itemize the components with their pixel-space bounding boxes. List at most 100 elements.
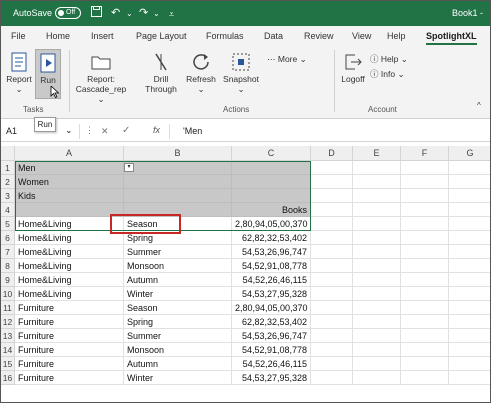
- cell-F8[interactable]: [401, 259, 449, 273]
- cell-E8[interactable]: [353, 259, 401, 273]
- cell-D16[interactable]: [311, 371, 353, 385]
- cell-G16[interactable]: [449, 371, 490, 385]
- cell-A14[interactable]: Furniture: [15, 343, 124, 357]
- cell-A13[interactable]: Furniture: [15, 329, 124, 343]
- cell-F11[interactable]: [401, 301, 449, 315]
- cell-B9[interactable]: Autumn: [124, 273, 232, 287]
- fx-icon[interactable]: fx: [153, 125, 160, 135]
- tab-formulas[interactable]: Formulas: [206, 31, 244, 41]
- row-header[interactable]: 14: [1, 343, 15, 357]
- refresh-button[interactable]: Refresh ⌄: [185, 52, 217, 94]
- cancel-icon[interactable]: ✕: [101, 126, 109, 137]
- cell-G2[interactable]: [449, 175, 490, 189]
- help-button[interactable]: ⓘ Help ⌄: [370, 53, 408, 65]
- cell-E2[interactable]: [353, 175, 401, 189]
- cell-F2[interactable]: [401, 175, 449, 189]
- row-header[interactable]: 7: [1, 245, 15, 259]
- cell-F6[interactable]: [401, 231, 449, 245]
- cell-C7[interactable]: 54,53,26,96,747: [232, 245, 311, 259]
- row-header[interactable]: 2: [1, 175, 15, 189]
- cell-D13[interactable]: [311, 329, 353, 343]
- cell-F1[interactable]: [401, 161, 449, 175]
- select-all-corner[interactable]: [1, 146, 15, 161]
- row-header[interactable]: 16: [1, 371, 15, 385]
- cell-F10[interactable]: [401, 287, 449, 301]
- cell-D10[interactable]: [311, 287, 353, 301]
- cell-A4[interactable]: [15, 203, 124, 217]
- row-header[interactable]: 15: [1, 357, 15, 371]
- row-header[interactable]: 5: [1, 217, 15, 231]
- cell-C11[interactable]: 2,80,94,05,00,370: [232, 301, 311, 315]
- cell-B15[interactable]: Autumn: [124, 357, 232, 371]
- row-header[interactable]: 3: [1, 189, 15, 203]
- cell-E15[interactable]: [353, 357, 401, 371]
- cell-E14[interactable]: [353, 343, 401, 357]
- cell-G8[interactable]: [449, 259, 490, 273]
- name-box-dropdown-icon[interactable]: ⌄: [65, 125, 73, 136]
- cell-F14[interactable]: [401, 343, 449, 357]
- cell-E3[interactable]: [353, 189, 401, 203]
- cell-B14[interactable]: Monsoon: [124, 343, 232, 357]
- cell-B6[interactable]: Spring: [124, 231, 232, 245]
- cell-B12[interactable]: Spring: [124, 315, 232, 329]
- undo-dropdown-icon[interactable]: ⌄: [126, 9, 133, 18]
- row-header[interactable]: 8: [1, 259, 15, 273]
- cell-F3[interactable]: [401, 189, 449, 203]
- cell-C15[interactable]: 54,52,26,46,115: [232, 357, 311, 371]
- cell-G15[interactable]: [449, 357, 490, 371]
- cell-A5[interactable]: Home&Living: [15, 217, 124, 231]
- cell-A8[interactable]: Home&Living: [15, 259, 124, 273]
- cell-E16[interactable]: [353, 371, 401, 385]
- cell-G11[interactable]: [449, 301, 490, 315]
- cell-B7[interactable]: Summer: [124, 245, 232, 259]
- cell-F15[interactable]: [401, 357, 449, 371]
- column-header-a[interactable]: A: [15, 146, 124, 161]
- cell-D12[interactable]: [311, 315, 353, 329]
- cell-C5[interactable]: 2,80,94,05,00,370: [232, 217, 311, 231]
- cell-E7[interactable]: [353, 245, 401, 259]
- cell-C12[interactable]: 62,82,32,53,402: [232, 315, 311, 329]
- cell-D9[interactable]: [311, 273, 353, 287]
- tab-home[interactable]: Home: [46, 31, 70, 41]
- cell-F9[interactable]: [401, 273, 449, 287]
- tab-insert[interactable]: Insert: [91, 31, 114, 41]
- drill-through-button[interactable]: Drill Through: [141, 52, 181, 94]
- autosave-toggle[interactable]: Off: [55, 7, 81, 19]
- row-header[interactable]: 1: [1, 161, 15, 175]
- cell-G9[interactable]: [449, 273, 490, 287]
- cell-C10[interactable]: 54,53,27,95,328: [232, 287, 311, 301]
- tab-page-layout[interactable]: Page Layout: [136, 31, 187, 41]
- cell-F12[interactable]: [401, 315, 449, 329]
- cell-C3[interactable]: [232, 189, 311, 203]
- cell-A15[interactable]: Furniture: [15, 357, 124, 371]
- cell-F5[interactable]: [401, 217, 449, 231]
- cell-E1[interactable]: [353, 161, 401, 175]
- cell-B11[interactable]: Season: [124, 301, 232, 315]
- cell-B3[interactable]: [124, 189, 232, 203]
- tab-file[interactable]: File: [11, 31, 26, 41]
- cell-C8[interactable]: 54,52,91,08,778: [232, 259, 311, 273]
- cell-G5[interactable]: [449, 217, 490, 231]
- row-header[interactable]: 4: [1, 203, 15, 217]
- cell-A16[interactable]: Furniture: [15, 371, 124, 385]
- row-header[interactable]: 12: [1, 315, 15, 329]
- cell-E11[interactable]: [353, 301, 401, 315]
- customize-qat-icon[interactable]: ⩡: [169, 9, 174, 20]
- formula-input[interactable]: 'Men: [183, 126, 202, 136]
- cell-E5[interactable]: [353, 217, 401, 231]
- redo-icon[interactable]: ↷: [139, 6, 148, 19]
- cell-E10[interactable]: [353, 287, 401, 301]
- tab-data[interactable]: Data: [264, 31, 283, 41]
- cell-A6[interactable]: Home&Living: [15, 231, 124, 245]
- row-header[interactable]: 9: [1, 273, 15, 287]
- cell-A3[interactable]: Kids: [15, 189, 124, 203]
- cell-E13[interactable]: [353, 329, 401, 343]
- tab-view[interactable]: View: [352, 31, 371, 41]
- cell-G6[interactable]: [449, 231, 490, 245]
- report-cascade-button[interactable]: Report: Cascade_rep ⌄: [73, 52, 129, 104]
- collapse-ribbon-icon[interactable]: ^: [477, 101, 481, 110]
- cell-G7[interactable]: [449, 245, 490, 259]
- undo-icon[interactable]: ↶: [111, 6, 120, 19]
- cell-A2[interactable]: Women: [15, 175, 124, 189]
- cell-G10[interactable]: [449, 287, 490, 301]
